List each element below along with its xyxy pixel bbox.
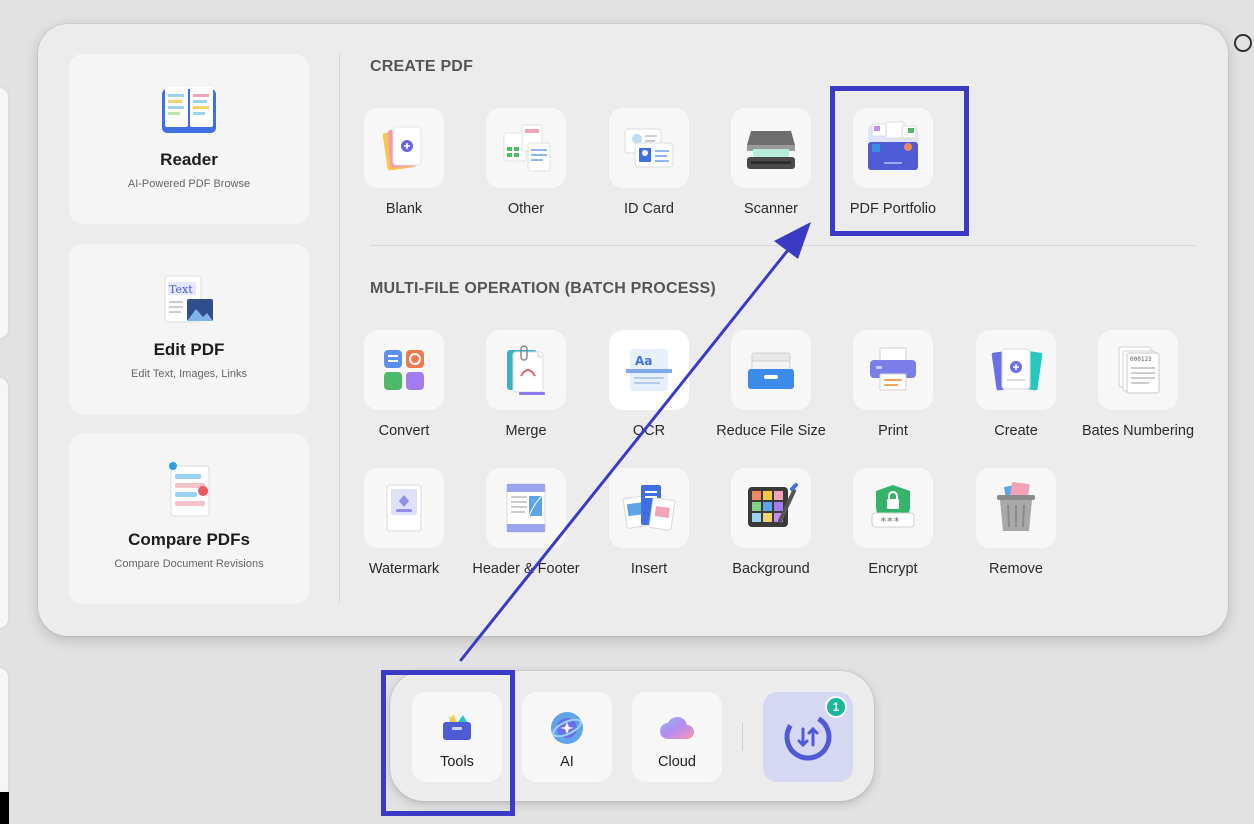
tool-label: Encrypt — [868, 561, 918, 577]
create-icon — [991, 348, 1043, 391]
compare-icon — [157, 458, 221, 522]
insert-icon — [622, 485, 676, 531]
other-files-icon — [503, 124, 551, 172]
background-window-edge — [0, 668, 8, 798]
edit-icon-text: Text — [169, 283, 193, 296]
notification-badge: 1 — [825, 696, 847, 718]
tool-watermark[interactable]: Watermark — [342, 468, 466, 588]
tool-create[interactable]: Create — [954, 330, 1078, 450]
feature-edit-pdf[interactable]: Text Edit PDF Edit Text, Images, Links — [69, 244, 309, 414]
tool-label: Scanner — [743, 201, 798, 217]
tool-label: Reduce File Size — [716, 423, 826, 439]
highlight-box-tools — [381, 670, 515, 816]
tool-id-card[interactable]: ID Card — [587, 108, 711, 228]
edit-text-icon: Text — [157, 268, 221, 332]
tool-encrypt[interactable]: *** Encrypt — [831, 468, 955, 588]
tool-label: Merge — [505, 423, 547, 439]
highlight-box-pdf-portfolio — [830, 86, 969, 236]
tool-other[interactable]: Other — [464, 108, 588, 228]
ocr-icon: Aa — [626, 349, 672, 391]
batch-process-heading: MULTI-FILE OPERATION (BATCH PROCESS) — [370, 280, 716, 297]
feature-compare-pdfs[interactable]: Compare PDFs Compare Document Revisions — [69, 434, 309, 604]
feature-subtitle: Compare Document Revisions — [114, 558, 264, 570]
tool-label: Convert — [378, 423, 430, 439]
sync-icon — [784, 713, 832, 761]
feature-reader[interactable]: Reader AI-Powered PDF Browse — [69, 54, 309, 224]
tool-label: ID Card — [624, 201, 674, 217]
dock-sync-button[interactable]: 1 — [763, 692, 853, 782]
vertical-divider — [339, 54, 340, 604]
trash-icon — [997, 481, 1035, 531]
feature-subtitle: AI-Powered PDF Browse — [127, 178, 251, 190]
tool-bates-numbering[interactable]: 000123 Bates Numbering — [1076, 330, 1200, 450]
section-divider — [370, 245, 1196, 246]
dock-label: AI — [560, 754, 574, 770]
reduce-size-icon — [748, 352, 794, 389]
tool-background[interactable]: Background — [709, 468, 833, 588]
tool-label: Background — [732, 561, 810, 577]
background-window-edge — [0, 88, 8, 338]
tool-label: Print — [878, 423, 908, 439]
scanner-icon — [747, 131, 795, 169]
encrypt-icon-text: *** — [880, 515, 900, 528]
feature-title: Compare PDFs — [128, 530, 250, 549]
tool-label: Other — [507, 201, 545, 217]
feature-title: Edit PDF — [153, 340, 225, 359]
book-icon — [157, 78, 221, 142]
encrypt-icon: *** — [871, 485, 915, 528]
tool-label: Bates Numbering — [1081, 423, 1195, 439]
feature-title: Reader — [160, 150, 218, 169]
dock-separator — [742, 723, 743, 751]
print-icon — [870, 347, 916, 391]
tool-label: Watermark — [368, 561, 440, 577]
dock-ai-button[interactable]: AI — [522, 692, 612, 782]
tool-reduce-file-size[interactable]: Reduce File Size — [709, 330, 833, 450]
watermark-icon — [386, 484, 422, 532]
search-icon[interactable] — [1234, 34, 1252, 52]
tool-ocr[interactable]: Aa OCR — [587, 330, 711, 450]
convert-icon — [384, 350, 424, 390]
tool-convert[interactable]: Convert — [342, 330, 466, 450]
tool-scanner[interactable]: Scanner — [709, 108, 833, 228]
tool-print[interactable]: Print — [831, 330, 955, 450]
create-pdf-heading: CREATE PDF — [370, 58, 474, 75]
tool-label: Insert — [630, 561, 668, 577]
id-card-icon — [624, 128, 674, 168]
tool-merge[interactable]: Merge — [464, 330, 588, 450]
ai-icon — [551, 712, 583, 744]
bates-icon-text: 000123 — [1130, 356, 1152, 363]
tool-label: Blank — [385, 201, 423, 217]
background-window-edge — [0, 378, 8, 628]
tool-remove[interactable]: Remove — [954, 468, 1078, 588]
dock-cloud-button[interactable]: Cloud — [632, 692, 722, 782]
dock-label: Cloud — [658, 754, 696, 770]
tool-label: OCR — [632, 423, 666, 439]
tool-label: Header & Footer — [472, 561, 580, 577]
tool-insert[interactable]: Insert — [587, 468, 711, 588]
blank-page-icon — [382, 126, 422, 171]
tool-blank[interactable]: Blank — [342, 108, 466, 228]
cloud-icon — [660, 716, 694, 739]
background-edge-dark — [0, 792, 9, 824]
header-footer-icon — [506, 483, 546, 533]
feature-subtitle: Edit Text, Images, Links — [131, 368, 247, 380]
tools-panel: Reader AI-Powered PDF Browse Text Edit P… — [38, 24, 1228, 636]
tool-label: Create — [994, 423, 1038, 439]
background-icon — [748, 483, 798, 527]
ocr-icon-text: Aa — [635, 354, 652, 368]
tool-label: Remove — [989, 561, 1043, 577]
bates-icon: 000123 — [1118, 346, 1160, 394]
merge-icon — [507, 345, 545, 395]
tool-header-footer[interactable]: Header & Footer — [464, 468, 588, 588]
